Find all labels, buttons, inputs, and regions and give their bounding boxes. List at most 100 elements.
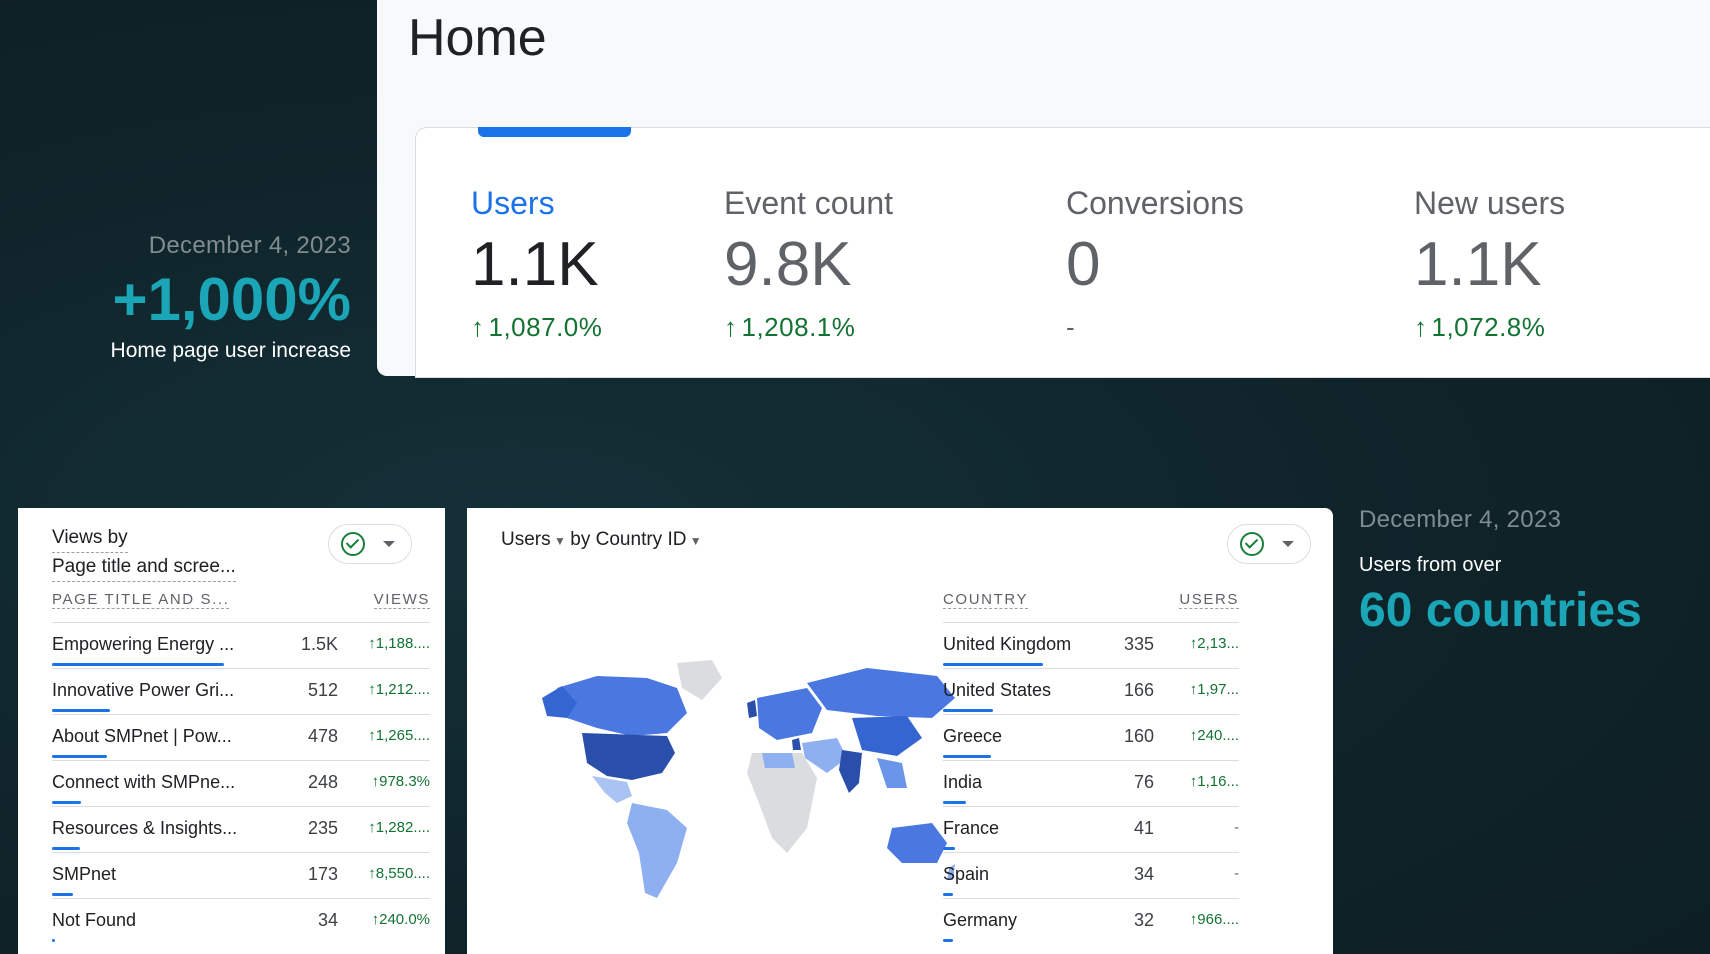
row-value: 41 <box>1133 818 1154 838</box>
row-label: About SMPnet | Pow... <box>52 726 232 746</box>
metric-change: ↑ 1,072.8% <box>1414 312 1546 342</box>
table-row[interactable]: Germany 32 ↑966.... <box>943 898 1239 944</box>
map-region-mexico <box>592 776 632 803</box>
row-change: ↑1,16... <box>1189 773 1239 790</box>
row-share-bar <box>52 847 80 850</box>
row-value: 235 <box>307 818 338 838</box>
map-region-se-asia <box>877 758 907 788</box>
arrow-up-icon: ↑ <box>371 773 380 790</box>
row-change: ↑966.... <box>1189 911 1239 928</box>
table-row[interactable]: About SMPnet | Pow... 478 ↑1,265.... <box>52 714 430 760</box>
column-header-country[interactable]: COUNTRY <box>943 591 1029 609</box>
metric-tab-new-users[interactable]: New users 1.1K ↑ 1,072.8% <box>1414 185 1565 343</box>
row-label: United States <box>943 680 1052 700</box>
row-change: ↑1,188.... <box>368 635 430 652</box>
callout-headline: 60 countries <box>1359 584 1642 637</box>
country-card: Users ▼ by Country ID ▼ COUNTRY USERS Un… <box>467 508 1333 954</box>
map-region-russia <box>807 668 955 718</box>
table-row[interactable]: Empowering Energy ... 1.5K ↑1,188.... <box>52 622 430 668</box>
row-label: United Kingdom <box>943 634 1072 654</box>
chevron-down-icon <box>1282 541 1294 547</box>
row-change: ↑1,265.... <box>368 727 430 744</box>
left-callout: December 4, 2023 +1,000% Home page user … <box>0 232 351 363</box>
table-row[interactable]: United Kingdom 335 ↑2,13... <box>943 622 1239 668</box>
row-change: ↑240.0% <box>371 911 430 928</box>
arrow-up-icon: ↑ <box>368 635 376 652</box>
table-row[interactable]: France 41 - <box>943 806 1239 852</box>
map-region-europe <box>757 688 822 740</box>
row-value: 160 <box>1123 726 1154 746</box>
column-header-users[interactable]: USERS <box>1167 591 1239 609</box>
dimension-selector[interactable]: by Country ID ▼ <box>570 529 701 550</box>
column-header-page-title[interactable]: PAGE TITLE AND S... <box>52 591 230 609</box>
row-value: 478 <box>307 726 338 746</box>
row-value: 335 <box>1123 634 1154 654</box>
metric-label: Conversions <box>1066 185 1244 221</box>
row-change: ↑1,212.... <box>368 681 430 698</box>
world-map[interactable] <box>537 658 957 918</box>
metric-change: ↑ 1,087.0% <box>471 312 603 342</box>
column-header-views[interactable]: VIEWS <box>373 591 430 609</box>
row-label: Empowering Energy ... <box>52 634 235 654</box>
metrics-card: Users 1.1K ↑ 1,087.0% Event count 9.8K ↑ 1… <box>415 127 1710 378</box>
right-callout: December 4, 2023 Users from over 60 coun… <box>1359 506 1642 638</box>
table-row[interactable]: Innovative Power Gri... 512 ↑1,212.... <box>52 668 430 714</box>
table-row[interactable]: India 76 ↑1,16... <box>943 760 1239 806</box>
metric-value: 1.1K <box>471 230 599 299</box>
row-value: 34 <box>317 910 338 930</box>
arrow-up-icon: ↑ <box>368 865 376 882</box>
country-table: United Kingdom 335 ↑2,13... United States 16… <box>943 622 1239 944</box>
row-change: - <box>1234 819 1239 836</box>
views-card-title: Views by Page title and scree... <box>52 524 236 582</box>
table-row[interactable]: Not Found 34 ↑240.0% <box>52 898 430 944</box>
row-label: Not Found <box>52 910 137 930</box>
row-change: ↑1,282.... <box>368 819 430 836</box>
row-label: India <box>943 772 983 792</box>
row-share-bar <box>943 847 955 850</box>
row-share-bar <box>52 939 55 942</box>
views-card: Views by Page title and scree... PAGE TI… <box>18 508 445 954</box>
metric-label: Event count <box>724 185 893 221</box>
row-value: 34 <box>1133 864 1154 884</box>
country-card-options[interactable] <box>1227 524 1311 564</box>
arrow-up-icon: ↑ <box>724 312 738 342</box>
callout-headline: +1,000% <box>112 266 351 333</box>
metric-value: 9.8K <box>724 230 852 299</box>
metric-change: ↑ 1,208.1% <box>724 312 856 342</box>
table-row[interactable]: SMPnet 173 ↑8,550.... <box>52 852 430 898</box>
arrow-up-icon: ↑ <box>371 911 380 928</box>
table-row[interactable]: Spain 34 - <box>943 852 1239 898</box>
metric-tab-event-count[interactable]: Event count 9.8K ↑ 1,208.1% <box>724 185 893 343</box>
callout-caption: Users from over <box>1359 554 1502 576</box>
row-change: ↑240.... <box>1189 727 1239 744</box>
table-row[interactable]: United States 166 ↑1,97... <box>943 668 1239 714</box>
views-dimension-selector[interactable]: Page title and scree... <box>52 553 236 582</box>
check-circle-icon <box>1240 532 1264 556</box>
row-label: SMPnet <box>52 864 117 884</box>
views-card-options[interactable] <box>328 524 412 564</box>
table-row[interactable]: Connect with SMPne... 248 ↑978.3% <box>52 760 430 806</box>
table-row[interactable]: Resources & Insights... 235 ↑1,282.... <box>52 806 430 852</box>
map-region-uk <box>747 700 757 718</box>
row-share-bar <box>52 663 224 666</box>
metric-selector[interactable]: Users ▼ <box>501 529 566 550</box>
views-title-line1: Views by <box>52 524 128 553</box>
metric-label: Users <box>471 185 555 221</box>
arrow-up-icon: ↑ <box>1414 312 1428 342</box>
row-label: Greece <box>943 726 1003 746</box>
callout-date: December 4, 2023 <box>1359 506 1562 533</box>
metric-tab-users[interactable]: Users 1.1K ↑ 1,087.0% <box>471 185 602 343</box>
map-region-south-america <box>627 803 687 898</box>
arrow-up-icon: ↑ <box>471 312 485 342</box>
table-row[interactable]: Greece 160 ↑240.... <box>943 714 1239 760</box>
callout-caption: Home page user increase <box>110 339 351 362</box>
row-label: France <box>943 818 1000 838</box>
row-share-bar <box>943 893 953 896</box>
row-change: - <box>1234 865 1239 882</box>
metric-tab-conversions[interactable]: Conversions 0 - <box>1066 185 1244 343</box>
row-value: 173 <box>307 864 338 884</box>
row-change: ↑1,97... <box>1189 681 1239 698</box>
arrow-up-icon: ↑ <box>368 819 376 836</box>
row-value: 166 <box>1123 680 1154 700</box>
page-title: Home <box>408 9 547 67</box>
